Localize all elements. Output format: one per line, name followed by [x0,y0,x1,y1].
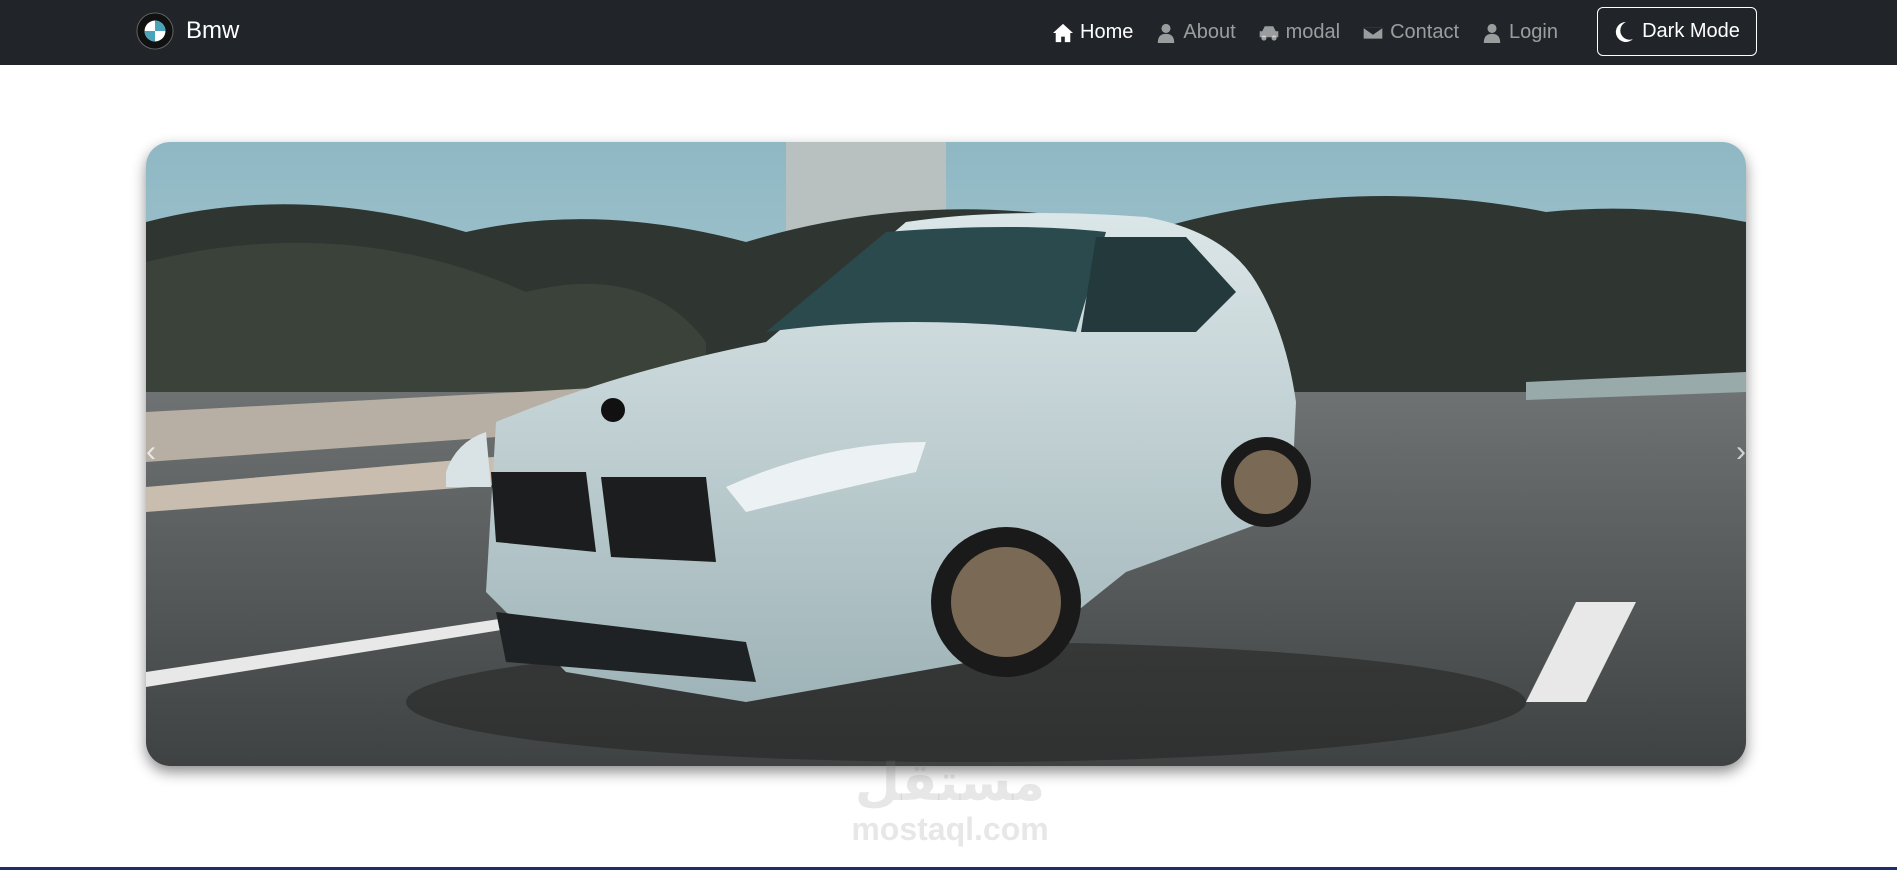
dark-mode-label: Dark Mode [1642,20,1740,42]
user-icon [1158,23,1175,43]
moon-icon [1615,21,1634,42]
nav-about[interactable]: About [1155,21,1236,44]
car-icon [1259,25,1278,41]
brand-name: Bmw [186,17,240,44]
carousel-prev-button[interactable]: ‹ [146,432,166,472]
nav-contact[interactable]: Contact [1362,21,1459,44]
navbar: Bmw Home About modal Contact Login Dark … [0,0,1897,65]
nav-login[interactable]: Login [1481,21,1558,44]
nav-menu: Home About modal Contact Login [1052,0,1558,65]
nav-modal-label: modal [1285,21,1341,43]
dark-mode-button[interactable]: Dark Mode [1597,7,1757,56]
user-icon [1483,23,1501,43]
nav-about-label: About [1183,21,1236,43]
nav-home[interactable]: Home [1052,21,1133,44]
watermark-latin: mostaql.com [851,811,1049,847]
bmw-logo-icon [136,12,174,50]
home-icon [1053,23,1073,42]
nav-home-label: Home [1080,21,1134,43]
mostaql-watermark: مستقل mostaql.com [830,755,1070,848]
bmw-car-image [146,142,1746,766]
nav-login-label: Login [1509,21,1558,43]
nav-modal[interactable]: modal [1258,21,1340,44]
hero-carousel: ‹ › [146,142,1746,766]
envelope-icon [1362,25,1384,40]
carousel-next-button[interactable]: › [1726,432,1746,472]
nav-contact-label: Contact [1390,21,1460,43]
watermark-arabic: مستقل [854,754,1046,812]
brand-link[interactable]: Bmw [136,12,239,50]
